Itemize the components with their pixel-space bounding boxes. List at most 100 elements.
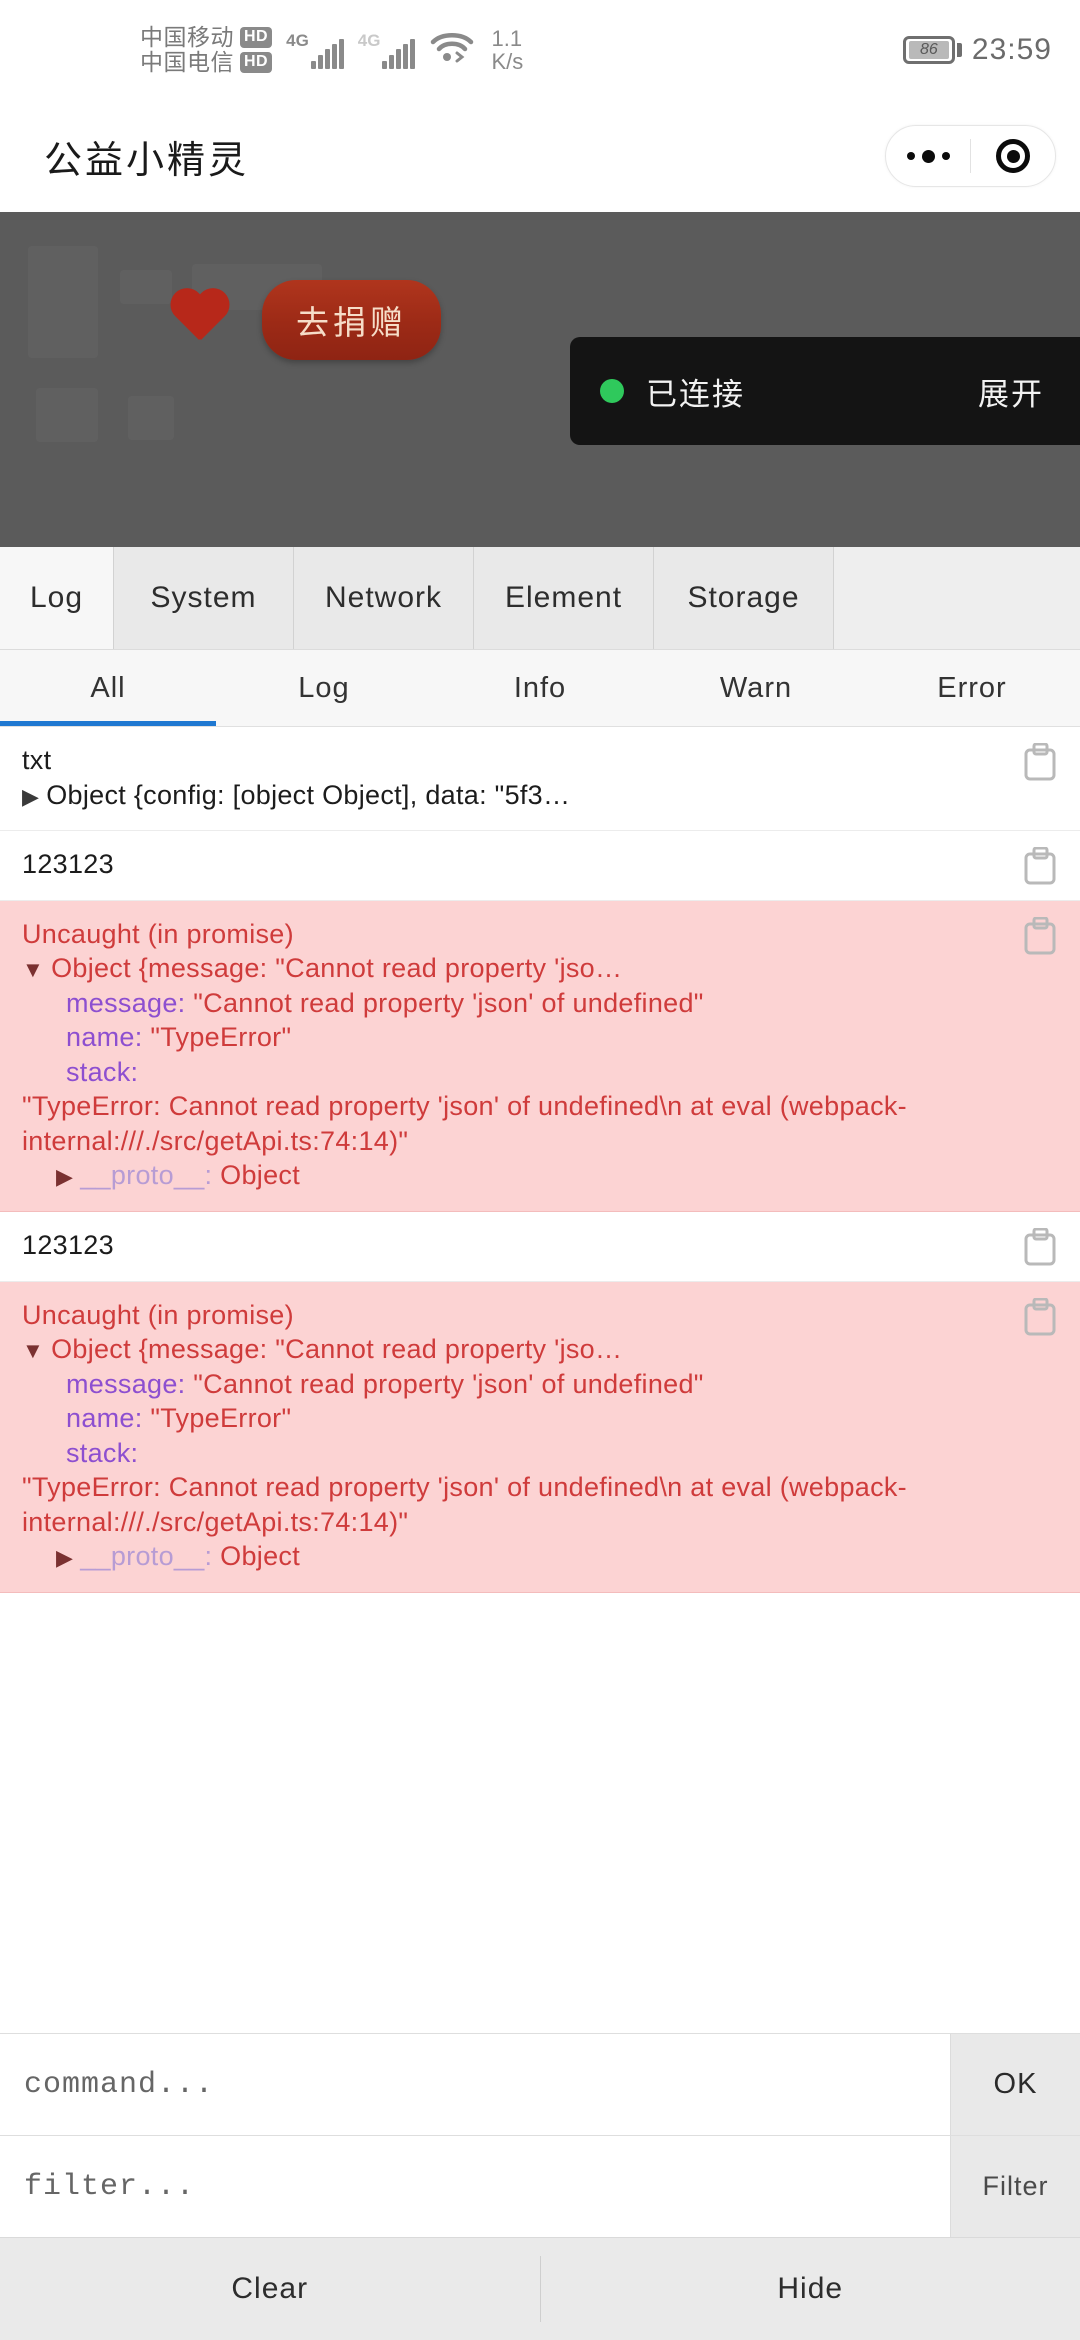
log-line: ▶ __proto__: Object bbox=[22, 1539, 994, 1574]
tab-log[interactable]: Log bbox=[0, 547, 114, 649]
command-ok-button[interactable]: OK bbox=[950, 2034, 1080, 2135]
carrier-name-2: 中国电信 bbox=[140, 49, 234, 75]
log-line: ▼ Object {message: "Cannot read property … bbox=[22, 1332, 994, 1367]
donate-button[interactable]: 去捐赠 bbox=[262, 280, 441, 360]
log-line: name: "TypeError" bbox=[22, 1401, 994, 1436]
heart-icon bbox=[168, 290, 230, 350]
log-text: Uncaught (in promise) bbox=[22, 1299, 294, 1330]
connection-status-group: 已连接 bbox=[600, 369, 745, 414]
log-text: "TypeError" bbox=[150, 1403, 292, 1434]
tab-bar-filler bbox=[834, 547, 1080, 649]
log-entry[interactable]: 123123 bbox=[0, 1212, 1080, 1282]
copy-icon[interactable] bbox=[1024, 1227, 1056, 1266]
wifi-icon bbox=[429, 30, 475, 69]
log-text: "TypeError: Cannot read property 'json' … bbox=[22, 1091, 907, 1156]
devtools-bottom-bar: Clear Hide bbox=[0, 2237, 1080, 2340]
console-log-list[interactable]: txt ▶ Object {config: [object Object], dat… bbox=[0, 727, 1080, 2033]
log-entry[interactable]: txt ▶ Object {config: [object Object], dat… bbox=[0, 727, 1080, 832]
battery-icon: 86 bbox=[902, 36, 962, 64]
filter-tab-info[interactable]: Info bbox=[432, 650, 648, 726]
log-entry[interactable]: Uncaught (in promise) ▼ Object {message: "… bbox=[0, 900, 1080, 1213]
debugger-connection-panel[interactable]: 已连接 展开 bbox=[570, 337, 1080, 445]
copy-icon[interactable] bbox=[1024, 846, 1056, 885]
filter-tab-error[interactable]: Error bbox=[864, 650, 1080, 726]
copy-icon[interactable] bbox=[1024, 1297, 1056, 1336]
log-text: txt bbox=[22, 745, 52, 775]
network-type-label-2: 4G bbox=[357, 31, 381, 50]
expand-panel-button[interactable]: 展开 bbox=[978, 369, 1044, 414]
clear-button[interactable]: Clear bbox=[0, 2238, 540, 2340]
log-text: 123123 bbox=[22, 849, 114, 880]
object-property-key: name: bbox=[66, 1403, 151, 1434]
log-text: 123123 bbox=[22, 1230, 114, 1261]
log-level-filter-tabs: All Log Info Warn Error bbox=[0, 650, 1080, 727]
disclosure-triangle-icon[interactable]: ▼ bbox=[22, 1337, 44, 1365]
miniprogram-capsule bbox=[885, 125, 1056, 187]
filter-row: Filter bbox=[0, 2135, 1080, 2237]
log-text: Object bbox=[220, 1160, 300, 1191]
network-speed-unit: K/s bbox=[491, 49, 524, 74]
log-text: Object {config: [object Object], data: "… bbox=[46, 779, 571, 810]
carrier-row-2: 中国电信 HD bbox=[140, 49, 273, 75]
donate-cta-row: 去捐赠 bbox=[168, 280, 441, 360]
disclosure-triangle-icon[interactable]: ▶ bbox=[56, 1544, 73, 1572]
object-property-key: message: bbox=[66, 1368, 194, 1399]
copy-icon[interactable] bbox=[1024, 742, 1056, 781]
target-circle-icon bbox=[996, 139, 1030, 173]
command-row: OK bbox=[0, 2033, 1080, 2135]
log-line: "TypeError: Cannot read property 'json' … bbox=[22, 1470, 994, 1539]
connection-status-dot-icon bbox=[600, 379, 624, 403]
app-title-bar: 公益小精灵 bbox=[0, 100, 1080, 212]
status-bar-left: 中国移动 HD 中国电信 HD 4G 4G 1.1 K/s bbox=[140, 26, 523, 74]
tab-storage[interactable]: Storage bbox=[654, 547, 834, 649]
hide-button[interactable]: Hide bbox=[541, 2238, 1080, 2340]
disclosure-triangle-icon[interactable]: ▶ bbox=[56, 1163, 73, 1191]
system-status-bar: 中国移动 HD 中国电信 HD 4G 4G 1.1 K/s 86 23:59 bbox=[0, 0, 1080, 100]
more-dots-icon bbox=[906, 149, 950, 163]
network-speed-value: 1.1 bbox=[491, 25, 523, 51]
log-text: "TypeError" bbox=[150, 1022, 292, 1053]
status-bar-clock: 23:59 bbox=[971, 33, 1052, 66]
filter-tab-warn[interactable]: Warn bbox=[648, 650, 864, 726]
log-text: Uncaught (in promise) bbox=[22, 918, 294, 949]
log-line: 123123 bbox=[22, 1228, 994, 1263]
log-text: "TypeError: Cannot read property 'json' … bbox=[22, 1472, 907, 1537]
log-text: Object bbox=[220, 1541, 300, 1572]
devtools-main-tabs: Log System Network Element Storage bbox=[0, 547, 1080, 650]
disclosure-triangle-icon[interactable]: ▼ bbox=[22, 956, 44, 984]
filter-input[interactable] bbox=[0, 2136, 950, 2237]
devtools-panel: Log System Network Element Storage All L… bbox=[0, 547, 1080, 2340]
tab-network[interactable]: Network bbox=[294, 547, 474, 649]
page-title: 公益小精灵 bbox=[44, 139, 250, 182]
log-line: ▼ Object {message: "Cannot read property … bbox=[22, 951, 994, 986]
app-root: 中国移动 HD 中国电信 HD 4G 4G 1.1 K/s 86 23:59 公… bbox=[0, 0, 1080, 2340]
more-menu-button[interactable] bbox=[886, 126, 970, 186]
object-property-key: stack: bbox=[66, 1056, 139, 1087]
status-bar-right: 86 23:59 bbox=[902, 33, 1052, 67]
log-text: "Cannot read property 'json' of undefine… bbox=[193, 987, 704, 1018]
filter-apply-button[interactable]: Filter bbox=[950, 2136, 1080, 2237]
miniprogram-webview: 去捐赠 已连接 展开 bbox=[0, 212, 1080, 547]
carrier-list: 中国移动 HD 中国电信 HD bbox=[140, 26, 273, 75]
close-miniprogram-button[interactable] bbox=[971, 126, 1055, 186]
carrier-row-1: 中国移动 HD bbox=[140, 26, 273, 49]
signal-group-1: 4G bbox=[286, 31, 344, 69]
log-line: stack: bbox=[22, 1055, 994, 1090]
tab-element[interactable]: Element bbox=[474, 547, 654, 649]
log-line: ▶ __proto__: Object bbox=[22, 1158, 994, 1193]
disclosure-triangle-icon[interactable]: ▶ bbox=[22, 783, 39, 811]
object-property-key: __proto__: bbox=[80, 1541, 221, 1572]
command-input[interactable] bbox=[0, 2034, 950, 2135]
object-property-key: name: bbox=[66, 1022, 151, 1053]
hd-badge-2: HD bbox=[240, 52, 273, 73]
log-line: 123123 bbox=[22, 847, 994, 882]
filter-tab-log[interactable]: Log bbox=[216, 650, 432, 726]
copy-icon[interactable] bbox=[1024, 916, 1056, 955]
object-property-key: __proto__: bbox=[80, 1160, 221, 1191]
filter-tab-all[interactable]: All bbox=[0, 650, 216, 726]
tab-system[interactable]: System bbox=[114, 547, 294, 649]
log-line: Uncaught (in promise) bbox=[22, 1298, 994, 1333]
log-line: message: "Cannot read property 'json' of… bbox=[22, 1367, 994, 1402]
log-entry[interactable]: 123123 bbox=[0, 831, 1080, 901]
log-entry[interactable]: Uncaught (in promise) ▼ Object {message: "… bbox=[0, 1281, 1080, 1593]
